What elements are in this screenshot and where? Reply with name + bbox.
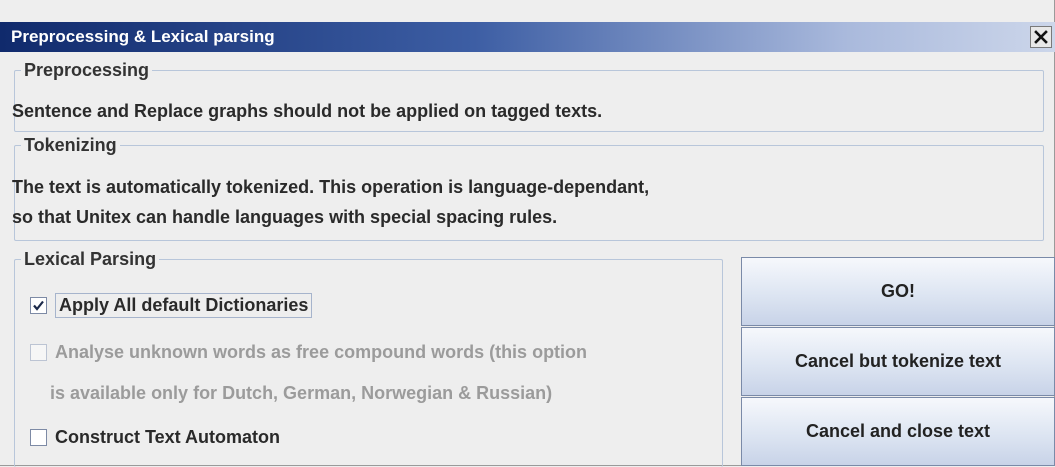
tokenizing-text-line2: so that Unitex can handle languages with… bbox=[12, 207, 558, 227]
apply-dictionaries-label: Apply All default Dictionaries bbox=[55, 293, 313, 318]
apply-dictionaries-checkbox[interactable] bbox=[30, 297, 47, 314]
cancel-tokenize-button[interactable]: Cancel but tokenize text bbox=[741, 327, 1055, 396]
tokenizing-legend: Tokenizing bbox=[24, 135, 117, 155]
analyse-unknown-words-checkbox[interactable] bbox=[30, 344, 47, 361]
title-bar[interactable]: Preprocessing & Lexical parsing bbox=[0, 22, 1055, 52]
cancel-close-button[interactable]: Cancel and close text bbox=[741, 397, 1055, 466]
apply-dictionaries-option[interactable]: Apply All default Dictionaries bbox=[30, 293, 313, 318]
lexical-parsing-legend: Lexical Parsing bbox=[24, 249, 157, 269]
construct-automaton-checkbox[interactable] bbox=[30, 429, 47, 446]
go-button[interactable]: GO! bbox=[741, 257, 1055, 326]
analyse-unknown-words-option[interactable]: Analyse unknown words as free compound w… bbox=[30, 342, 587, 363]
preprocessing-text: Sentence and Replace graphs should not b… bbox=[12, 101, 603, 121]
window-title: Preprocessing & Lexical parsing bbox=[11, 27, 275, 46]
analyse-unknown-words-label: Analyse unknown words as free compound w… bbox=[55, 342, 588, 362]
dialog-window: Preprocessing & Lexical parsing Preproce… bbox=[0, 0, 1055, 467]
construct-automaton-label: Construct Text Automaton bbox=[55, 427, 280, 447]
checkmark-icon bbox=[33, 300, 44, 311]
preprocessing-legend: Preprocessing bbox=[24, 60, 150, 80]
analyse-unknown-words-label-continuation: is available only for Dutch, German, Nor… bbox=[50, 383, 553, 403]
close-icon bbox=[1034, 30, 1048, 44]
close-button[interactable] bbox=[1030, 26, 1052, 48]
construct-automaton-option[interactable]: Construct Text Automaton bbox=[30, 427, 280, 448]
tokenizing-text-line1: The text is automatically tokenized. Thi… bbox=[12, 177, 650, 197]
